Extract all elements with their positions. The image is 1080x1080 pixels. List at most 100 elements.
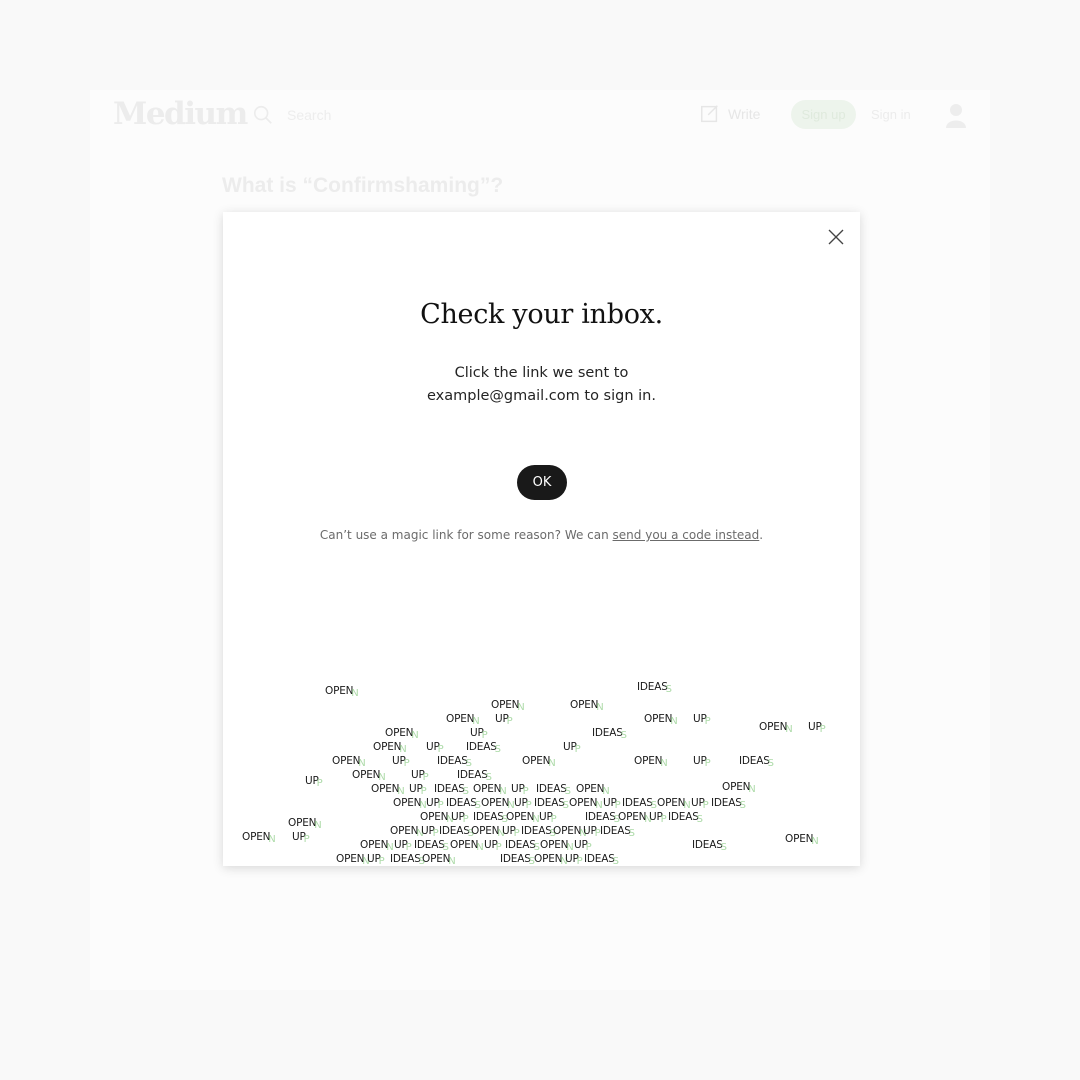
- illustration-word: IDEAS: [439, 825, 474, 837]
- illustration-word: UP: [502, 825, 519, 837]
- illustration-word: OPEN: [506, 811, 540, 823]
- illustration-word: OPEN: [722, 781, 756, 793]
- illustration-word: IDEAS: [637, 681, 672, 693]
- illustration-word: OPEN: [422, 853, 456, 865]
- illustration-word: IDEAS: [414, 839, 449, 851]
- illustration-word: UP: [514, 797, 531, 809]
- sign-in-link[interactable]: Sign in: [871, 107, 911, 122]
- illustration-word: OPEN: [385, 727, 419, 739]
- illustration-word: OPEN: [553, 825, 587, 837]
- illustration-word: UP: [305, 775, 322, 787]
- illustration-word: UP: [484, 839, 501, 851]
- close-icon[interactable]: [826, 227, 846, 247]
- alt-suffix-text: .: [759, 528, 764, 542]
- illustration-word: IDEAS: [739, 755, 774, 767]
- illustration-word: OPEN: [450, 839, 484, 851]
- illustration-word: UP: [603, 797, 620, 809]
- illustration-word: IDEAS: [473, 811, 508, 823]
- medium-logo[interactable]: Medium: [113, 96, 248, 132]
- illustration-word: UP: [470, 727, 487, 739]
- illustration-word: OPEN: [644, 713, 678, 725]
- illustration-word: IDEAS: [622, 797, 657, 809]
- illustration-word: OPEN: [371, 783, 405, 795]
- illustration-word: OPEN: [373, 741, 407, 753]
- top-navigation: Medium Search Write Sign up Sign in: [90, 90, 990, 140]
- illustration-word: OPEN: [288, 817, 322, 829]
- illustration-word: UP: [808, 721, 825, 733]
- illustration-word: UP: [292, 831, 309, 843]
- avatar-icon[interactable]: [944, 102, 968, 128]
- illustration-word: OPEN: [576, 783, 610, 795]
- illustration-word: UP: [495, 713, 512, 725]
- illustration-word: IDEAS: [668, 811, 703, 823]
- illustration-word: IDEAS: [534, 797, 569, 809]
- illustration-word: OPEN: [360, 839, 394, 851]
- ok-button[interactable]: OK: [517, 465, 567, 500]
- alternative-sign-in-text: Can’t use a magic link for some reason? …: [223, 528, 860, 542]
- illustration-word: OPEN: [491, 699, 525, 711]
- illustration-word: UP: [563, 741, 580, 753]
- illustration-word: OPEN: [446, 713, 480, 725]
- send-code-link[interactable]: send you a code instead: [613, 528, 760, 542]
- illustration-word: UP: [583, 825, 600, 837]
- illustration-word: OPEN: [785, 833, 819, 845]
- illustration-word: UP: [426, 797, 443, 809]
- illustration-word: OPEN: [759, 721, 793, 733]
- modal-message: Click the link we sent to example@gmail.…: [223, 362, 860, 408]
- illustration-word: UP: [421, 825, 438, 837]
- illustration-word: IDEAS: [437, 755, 472, 767]
- illustration-word: OPEN: [420, 811, 454, 823]
- search-input[interactable]: Search: [287, 107, 331, 123]
- illustration-word: OPEN: [618, 811, 652, 823]
- illustration-word: OPEN: [522, 755, 556, 767]
- article-title: What is “Confirmshaming”?: [222, 174, 504, 197]
- illustration-word: OPEN: [242, 831, 276, 843]
- illustration-word: UP: [574, 839, 591, 851]
- illustration-word: UP: [691, 797, 708, 809]
- illustration-word: IDEAS: [434, 783, 469, 795]
- sign-in-modal: Check your inbox. Click the link we sent…: [223, 212, 860, 866]
- message-line-2: example@gmail.com to sign in.: [427, 388, 656, 404]
- illustration-word: OPEN: [570, 699, 604, 711]
- illustration-word: IDEAS: [600, 825, 635, 837]
- illustration-word: IDEAS: [457, 769, 492, 781]
- illustration-word: IDEAS: [584, 853, 619, 865]
- illustration-word: IDEAS: [592, 727, 627, 739]
- illustration-word: OPEN: [481, 797, 515, 809]
- illustration-word: IDEAS: [466, 741, 501, 753]
- illustration-word: IDEAS: [446, 797, 481, 809]
- illustration-word: OPEN: [473, 783, 507, 795]
- illustration-word: UP: [565, 853, 582, 865]
- illustration-word: OPEN: [569, 797, 603, 809]
- illustration-word: IDEAS: [536, 783, 571, 795]
- illustration-word: OPEN: [352, 769, 386, 781]
- illustration-word: UP: [693, 755, 710, 767]
- alt-prefix-text: Can’t use a magic link for some reason? …: [319, 528, 613, 542]
- illustration-word: UP: [539, 811, 556, 823]
- illustration-word: UP: [394, 839, 411, 851]
- illustration-word: UP: [426, 741, 443, 753]
- write-icon[interactable]: [699, 103, 721, 125]
- write-link[interactable]: Write: [728, 106, 760, 122]
- illustration-word: UP: [693, 713, 710, 725]
- illustration-word: OPEN: [393, 797, 427, 809]
- search-icon[interactable]: [252, 104, 274, 126]
- illustration-word: OPEN: [534, 853, 568, 865]
- illustration-word: OPEN: [325, 685, 359, 697]
- illustration-word: OPEN: [657, 797, 691, 809]
- illustration-word: UP: [392, 755, 409, 767]
- illustration-word: IDEAS: [521, 825, 556, 837]
- message-line-1: Click the link we sent to: [454, 365, 629, 381]
- illustration-word: IDEAS: [390, 853, 425, 865]
- illustration-word: IDEAS: [692, 839, 727, 851]
- illustration-word: OPEN: [390, 825, 424, 837]
- illustration-word: IDEAS: [711, 797, 746, 809]
- illustration-word: IDEAS: [505, 839, 540, 851]
- illustration-word: UP: [511, 783, 528, 795]
- sign-up-button[interactable]: Sign up: [791, 100, 856, 129]
- illustration-word: UP: [649, 811, 666, 823]
- illustration-word: UP: [451, 811, 468, 823]
- illustration-word: OPEN: [471, 825, 505, 837]
- illustration-word: IDEAS: [585, 811, 620, 823]
- illustration-word: OPEN: [634, 755, 668, 767]
